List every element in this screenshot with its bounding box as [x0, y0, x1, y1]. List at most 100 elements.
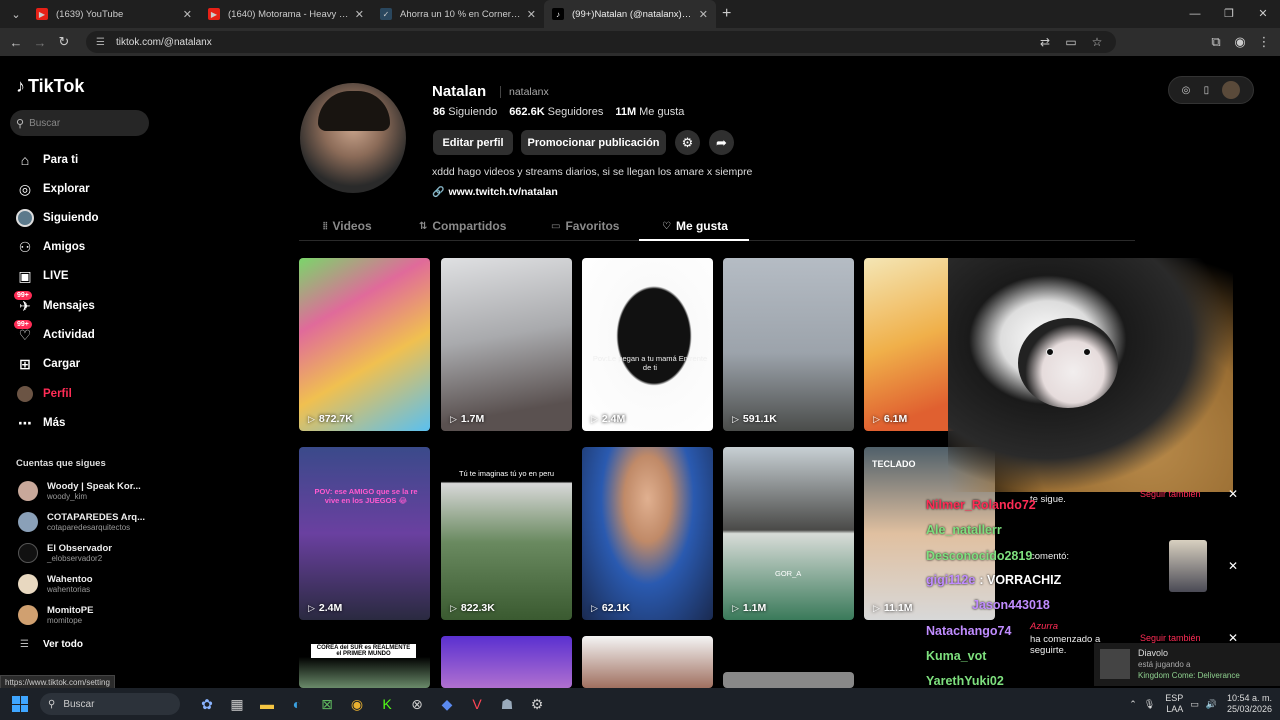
tab-favoritos[interactable]: ▭ Favoritos — [551, 219, 619, 233]
url-input[interactable]: ☰ tiktok.com/@natalanx ⇄ ▭ ☆ — [86, 31, 1116, 53]
video-card[interactable]: POV: ese AMIGO que se la re vive en los … — [299, 447, 430, 620]
nav-item-actividad[interactable]: ♡ 99+ Actividad — [14, 320, 95, 344]
video-card[interactable]: ▷ 872.7K — [299, 258, 430, 431]
translate-icon[interactable]: ⇄ — [1032, 35, 1058, 49]
tab-me-gusta[interactable]: ♡ Me gusta — [662, 219, 728, 233]
xbox-notification[interactable]: Diavolo está jugando a Kingdom Come: Del… — [1094, 643, 1280, 686]
close-window-icon[interactable]: ✕ — [1246, 0, 1280, 28]
following-count[interactable]: 86 — [433, 106, 445, 118]
following-account[interactable]: Wahentoo wahentorias — [18, 574, 93, 594]
profile-icon[interactable]: ◉ — [1228, 34, 1252, 50]
profile-link[interactable]: 🔗 www.twitch.tv/natalan — [432, 186, 558, 198]
share-icon[interactable]: ➦ — [709, 130, 734, 155]
back-icon[interactable]: ← — [4, 35, 28, 50]
nav-item-amigos[interactable]: ⚇ Amigos — [16, 238, 85, 256]
video-card[interactable] — [441, 636, 572, 688]
follow-back-button[interactable]: Seguir también — [1140, 633, 1201, 643]
video-card[interactable] — [723, 672, 854, 688]
following-account[interactable]: Woody | Speak Kor... woody_kim — [18, 481, 141, 501]
microphone-icon[interactable]: 🎙 — [1144, 699, 1155, 710]
restore-icon[interactable]: ❐ — [1212, 0, 1246, 28]
volume-icon[interactable]: 🔊 — [1206, 699, 1217, 710]
browser-tab[interactable]: ▶ (1639) YouTube ✕ — [28, 0, 200, 28]
copilot-icon[interactable]: ✿ — [192, 690, 222, 718]
search-input[interactable]: ⚲ Buscar — [10, 110, 149, 136]
nav-item-explorar[interactable]: ◎ Explorar — [16, 180, 90, 198]
chrome-icon[interactable]: ◉ — [342, 690, 372, 718]
windows-start-icon[interactable] — [12, 696, 28, 712]
extensions-icon[interactable]: ⧉ — [1204, 34, 1228, 50]
close-tab-icon[interactable]: ✕ — [699, 8, 708, 21]
reload-icon[interactable]: ↻ — [52, 34, 76, 50]
new-tab-button[interactable]: + — [722, 5, 731, 23]
xbox-bar-icon[interactable]: ⊠ — [312, 690, 342, 718]
settings-gear-icon[interactable]: ⚙ — [675, 130, 700, 155]
tab-search-button[interactable]: ⌄ — [4, 4, 28, 24]
store-icon[interactable]: ▦ — [222, 690, 252, 718]
browser-tab[interactable]: ✓ Ahorra un 10 % en Corner Shop ✕ — [372, 0, 544, 28]
video-card[interactable]: ▷ 591.1K — [723, 258, 854, 431]
promote-post-button[interactable]: Promocionar publicación — [521, 130, 666, 155]
close-tab-icon[interactable]: ✕ — [355, 8, 364, 21]
chat-message: Nilmer_Rolando72 — [926, 498, 1040, 512]
steam-icon[interactable]: ☗ — [492, 690, 522, 718]
nav-item-para-ti[interactable]: ⌂ Para ti — [16, 151, 78, 169]
language-indicator[interactable]: ESP LAA — [1165, 693, 1183, 715]
xbox-icon[interactable]: ⊗ — [402, 690, 432, 718]
video-card[interactable]: ▷ 62.1K — [582, 447, 713, 620]
video-card[interactable]: COREA del SUR es REALMENTE el PRIMER MUN… — [299, 636, 430, 688]
settings-icon[interactable]: ⚙ — [522, 690, 552, 718]
edit-profile-button[interactable]: Editar perfil — [433, 130, 513, 155]
nav-item-siguiendo[interactable]: Siguiendo — [16, 209, 99, 227]
profile-avatar[interactable] — [300, 83, 406, 193]
see-all-link[interactable]: ☰ Ver todo — [20, 639, 83, 650]
tiktok-logo[interactable]: ♪ TikTok — [16, 76, 84, 97]
taskbar-search[interactable]: ⚲ Buscar — [40, 693, 180, 715]
close-notification-icon[interactable]: ✕ — [1228, 559, 1238, 573]
browser-tab-active[interactable]: ♪ (99+)Natalan (@natalanx) | TikT ✕ — [544, 0, 716, 28]
nav-item-cargar[interactable]: ⊞ Cargar — [16, 355, 80, 373]
follow-back-button[interactable]: Seguir también — [1140, 489, 1201, 499]
file-explorer-icon[interactable]: ▬ — [252, 690, 282, 718]
tray-expand-icon[interactable]: ⌃ — [1129, 699, 1137, 710]
device-icon[interactable]: ▯ — [1204, 85, 1210, 96]
browser-tab[interactable]: ▶ (1640) Motorama - Heavy Wave ✕ — [200, 0, 372, 28]
video-card[interactable] — [582, 636, 713, 688]
video-card[interactable]: GOR_A ▷ 1.1M — [723, 447, 854, 620]
nav-item-mensajes[interactable]: ✈ 99+ Mensajes — [14, 291, 95, 315]
cast-icon[interactable]: ▭ — [1058, 35, 1084, 49]
close-tab-icon[interactable]: ✕ — [183, 8, 192, 21]
valorant-icon[interactable]: V — [462, 690, 492, 718]
video-card[interactable]: Pov:Le pegan a tu mamá Enfrente de ti ▷ 2.… — [582, 258, 713, 431]
view-count: ▷ 591.1K — [732, 413, 777, 425]
nav-item-perfil[interactable]: Perfil — [16, 385, 72, 403]
forward-icon[interactable]: → — [28, 35, 52, 50]
edge-icon[interactable]: ◐ — [282, 690, 312, 718]
network-icon[interactable]: ▭ — [1190, 699, 1199, 710]
clock[interactable]: 10:54 a. m. 25/03/2026 — [1227, 693, 1272, 715]
following-account[interactable]: COTAPAREDES Arq... cotaparedesarquitectos — [18, 512, 145, 532]
followers-count[interactable]: 662.6K — [509, 106, 544, 118]
user-avatar[interactable] — [1222, 81, 1241, 99]
minimize-icon[interactable]: — — [1178, 0, 1212, 28]
kick-icon[interactable]: K — [372, 690, 402, 718]
coins-icon[interactable]: ◎ — [1182, 85, 1191, 96]
omnibox-actions: ⇄ ▭ ☆ — [1032, 35, 1110, 49]
site-info-icon[interactable]: ☰ — [96, 37, 110, 48]
nav-item-live[interactable]: ▣ LIVE — [16, 267, 68, 285]
nav-item-mas[interactable]: ⋯ Más — [16, 414, 65, 432]
close-notification-icon[interactable]: ✕ — [1228, 487, 1238, 501]
following-account[interactable]: El Observador _elobservador2 — [18, 543, 112, 563]
video-card[interactable]: ▷ 1.7M — [441, 258, 572, 431]
app-icon[interactable]: ◆ — [432, 690, 462, 718]
tab-videos[interactable]: ⦙⦙ Videos — [323, 219, 372, 233]
profile-bio: xddd hago videos y streams diarios, si s… — [432, 166, 753, 178]
following-account[interactable]: MomitoPE momitope — [18, 605, 93, 625]
browser-menu-icon[interactable]: ⋮ — [1252, 34, 1276, 50]
top-right-toolbar: ◎ ▯ — [1168, 76, 1254, 104]
bookmark-star-icon[interactable]: ☆ — [1084, 35, 1110, 49]
video-card[interactable]: Tú te imaginas tú yo en peru ▷ 822.3K — [441, 447, 572, 620]
close-tab-icon[interactable]: ✕ — [527, 8, 536, 21]
tab-compartidos[interactable]: ⇅ Compartidos — [419, 219, 506, 233]
view-count: ▷ 1.7M — [450, 413, 485, 425]
